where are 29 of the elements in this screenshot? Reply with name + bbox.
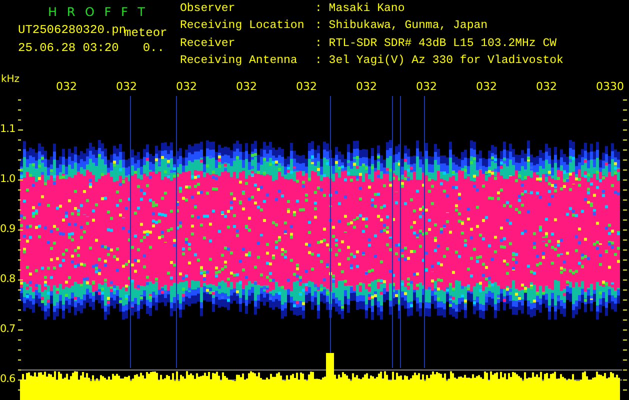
time-label: 0330: [596, 80, 624, 93]
time-label: 032: [416, 80, 437, 93]
time-label: 032: [476, 80, 497, 93]
event-tag: meteor: [124, 26, 168, 40]
frequency-label: 0.9: [0, 223, 16, 235]
date-time: 25.06.28 03:20: [18, 41, 119, 55]
axis-unit: kHz: [1, 74, 20, 85]
frequency-label: 0.6: [0, 373, 16, 385]
time-label: 032: [56, 80, 77, 93]
time-label: 032: [176, 80, 197, 93]
info-label: Receiving Location: [180, 20, 306, 34]
frequency-label: 1.1: [0, 123, 16, 135]
info-value: : 3el Yagi(V) Az 330 for Vladivostok: [315, 54, 564, 69]
time-label: 032: [536, 80, 557, 93]
count-text: 0..: [142, 41, 164, 55]
info-label: Receiving Antenna: [180, 54, 298, 69]
time-label: 032: [116, 80, 137, 93]
info-label: Receiver: [180, 38, 236, 52]
info-value: : Shibukawa, Gunma, Japan: [315, 20, 489, 34]
time-label: 032: [296, 80, 317, 93]
info-value: : Masaki Kano: [315, 3, 406, 17]
time-label: 032: [236, 80, 257, 93]
time-label: 032: [356, 80, 377, 93]
app-title: H R O F F T: [47, 4, 148, 21]
frequency-label: 1.0: [0, 173, 16, 185]
frequency-label: 0.8: [0, 273, 16, 285]
info-value: : RTL-SDR SDR# 43dB L15 103.2MHz CW: [315, 38, 558, 52]
frequency-label: 0.7: [0, 323, 16, 335]
info-label: Observer: [180, 3, 236, 17]
